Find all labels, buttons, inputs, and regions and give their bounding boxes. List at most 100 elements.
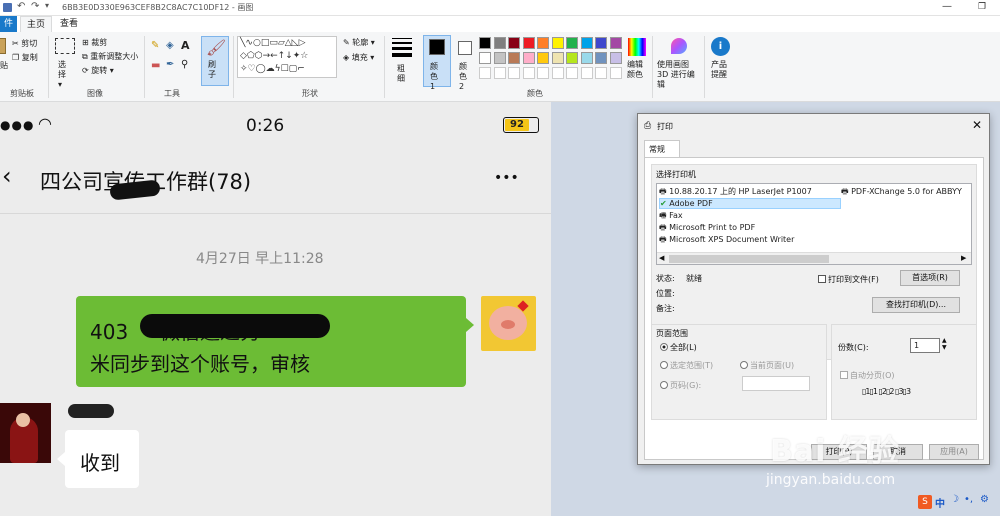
select-button[interactable]: 选择 ▾ — [58, 60, 72, 90]
settings-icon[interactable]: ⚙ — [980, 494, 989, 505]
copy-button[interactable]: ❐ 复制 — [12, 52, 38, 63]
color-swatch[interactable] — [537, 37, 549, 49]
paste-label[interactable]: 贴 — [0, 60, 8, 71]
custom-color-slot[interactable] — [508, 67, 520, 79]
color-swatch[interactable] — [508, 52, 520, 64]
color-swatch[interactable] — [493, 37, 506, 49]
custom-color-slot[interactable] — [493, 67, 506, 79]
text-icon[interactable]: A — [181, 39, 190, 52]
find-printer-button[interactable]: 查找打印机(D)... — [872, 297, 960, 313]
printer-item[interactable]: 🖶 PDF-XChange 5.0 for ABBYY — [841, 186, 971, 197]
current-page-radio[interactable]: 当前页面(U) — [740, 360, 794, 371]
rotate-button[interactable]: ⟳ 旋转 ▾ — [82, 65, 114, 76]
minimize-icon[interactable]: — — [942, 1, 952, 12]
printer-item[interactable]: 🖶 Microsoft Print to PDF — [659, 222, 839, 233]
color-swatch[interactable] — [493, 52, 506, 64]
preferences-button[interactable]: 首选项(R) — [900, 270, 960, 286]
pages-input[interactable] — [742, 376, 810, 391]
product-alert-button[interactable]: 产品提醒 — [711, 60, 731, 80]
scroll-right-icon[interactable]: ▶ — [961, 254, 966, 262]
color-swatch[interactable] — [551, 52, 564, 64]
edit-colors-icon[interactable] — [628, 38, 646, 56]
copies-stepper-icon[interactable]: ▲ ▼ — [942, 337, 947, 351]
moon-icon[interactable]: ☽ — [950, 494, 959, 505]
customize-icon[interactable]: ▾ — [45, 1, 49, 10]
tab-home[interactable]: 主页 — [20, 16, 53, 32]
color2-label[interactable]: 颜色2 — [459, 62, 471, 92]
color-swatch[interactable] — [595, 37, 607, 49]
tab-file[interactable]: 件 — [0, 16, 18, 32]
selection-radio[interactable]: 选定范围(T) — [660, 360, 713, 371]
close-icon[interactable]: ✕ — [972, 118, 982, 132]
fill-icon[interactable]: ◈ — [166, 40, 174, 51]
cut-button[interactable]: ✂ 剪切 — [12, 38, 37, 49]
select-icon[interactable] — [55, 38, 75, 54]
redo-icon[interactable]: ↷ — [31, 1, 39, 12]
color-swatch[interactable] — [551, 37, 564, 49]
all-radio[interactable]: 全部(L) — [660, 342, 697, 353]
color2-swatch[interactable] — [458, 41, 472, 55]
ime-mode-label[interactable]: 中 — [935, 495, 945, 510]
fill-button[interactable]: ◈ 填充 ▾ — [343, 52, 374, 63]
custom-color-slot[interactable] — [609, 67, 622, 79]
color-picker-icon[interactable]: ✒ — [166, 59, 174, 70]
color-swatch[interactable] — [566, 52, 578, 64]
more-icon[interactable]: ••• — [494, 170, 519, 186]
tab-view[interactable]: 查看 — [54, 16, 84, 32]
printer-item[interactable]: 🖷 Fax — [659, 210, 839, 221]
color-swatch[interactable] — [609, 37, 622, 49]
custom-color-slot[interactable] — [479, 67, 491, 79]
custom-color-slot[interactable] — [522, 67, 535, 79]
pencil-icon[interactable]: ✎ — [151, 40, 159, 51]
save-icon[interactable] — [3, 3, 12, 12]
custom-color-slot[interactable] — [566, 67, 578, 79]
crop-button[interactable]: ⊞ 裁剪 — [82, 37, 107, 48]
size-label[interactable]: 粗细 — [397, 64, 409, 84]
color-swatch[interactable] — [580, 52, 593, 64]
custom-color-slot[interactable] — [595, 67, 607, 79]
color-swatch[interactable] — [522, 52, 535, 64]
tab-general[interactable]: 常规 — [644, 140, 680, 158]
custom-color-slot[interactable] — [551, 67, 564, 79]
sender-avatar[interactable] — [0, 403, 51, 463]
apply-button[interactable]: 应用(A) — [929, 444, 979, 460]
scroll-left-icon[interactable]: ◀ — [659, 254, 664, 262]
paint3d-button[interactable]: 使用画图 3D 进行编辑 — [657, 60, 701, 90]
color-swatch[interactable] — [595, 52, 607, 64]
custom-color-slot[interactable] — [580, 67, 593, 79]
scroll-thumb[interactable] — [669, 255, 829, 263]
print-to-file-checkbox[interactable]: 打印到文件(F) — [818, 274, 879, 285]
color-swatch[interactable] — [566, 37, 578, 49]
color-swatch[interactable] — [479, 52, 491, 64]
outline-button[interactable]: ✎ 轮廓 ▾ — [343, 37, 375, 48]
color-swatch[interactable] — [479, 37, 491, 49]
info-icon[interactable]: i — [711, 37, 730, 56]
paste-icon[interactable] — [0, 38, 6, 54]
edit-colors-label[interactable]: 编辑颜色 — [627, 60, 645, 80]
collate-checkbox[interactable]: 自动分页(O) — [840, 370, 895, 381]
size-icon[interactable] — [392, 38, 412, 57]
sogou-ime-icon[interactable]: S — [918, 495, 932, 509]
resize-button[interactable]: ⧉ 重新调整大小 — [82, 51, 138, 62]
pig-avatar[interactable] — [481, 296, 536, 351]
punctuation-icon[interactable]: •, — [964, 494, 973, 505]
color-swatch[interactable] — [580, 37, 593, 49]
copies-input[interactable]: 1 — [910, 338, 940, 353]
custom-color-slot[interactable] — [537, 67, 549, 79]
color-swatch[interactable] — [522, 37, 535, 49]
color-swatch[interactable] — [609, 52, 622, 64]
printer-item[interactable]: 🖶 10.88.20.17 上的 HP LaserJet P1007 — [659, 186, 839, 197]
eraser-icon[interactable]: ▬ — [151, 60, 160, 71]
horizontal-scrollbar[interactable]: ◀ ▶ — [657, 252, 971, 264]
color-swatch[interactable] — [537, 52, 549, 64]
shapes-gallery[interactable]: ╲∿○□▭▱△◺▷ ◇⬠⬡→←↑↓✦☆ ✧♡◯☁ϟ☐▢⌐ — [237, 36, 337, 78]
back-icon[interactable]: ‹ — [2, 162, 12, 190]
color-swatch[interactable] — [508, 37, 520, 49]
pages-radio[interactable]: 页码(G): — [660, 380, 701, 391]
undo-icon[interactable]: ↶ — [17, 1, 25, 12]
printer-list[interactable]: 🖶 10.88.20.17 上的 HP LaserJet P1007 ✔ Ado… — [656, 183, 972, 265]
restore-icon[interactable]: ❐ — [978, 2, 986, 12]
magnifier-icon[interactable]: ⚲ — [181, 59, 188, 70]
paint3d-icon[interactable] — [671, 38, 687, 54]
printer-item-selected[interactable]: ✔ Adobe PDF — [659, 198, 841, 209]
